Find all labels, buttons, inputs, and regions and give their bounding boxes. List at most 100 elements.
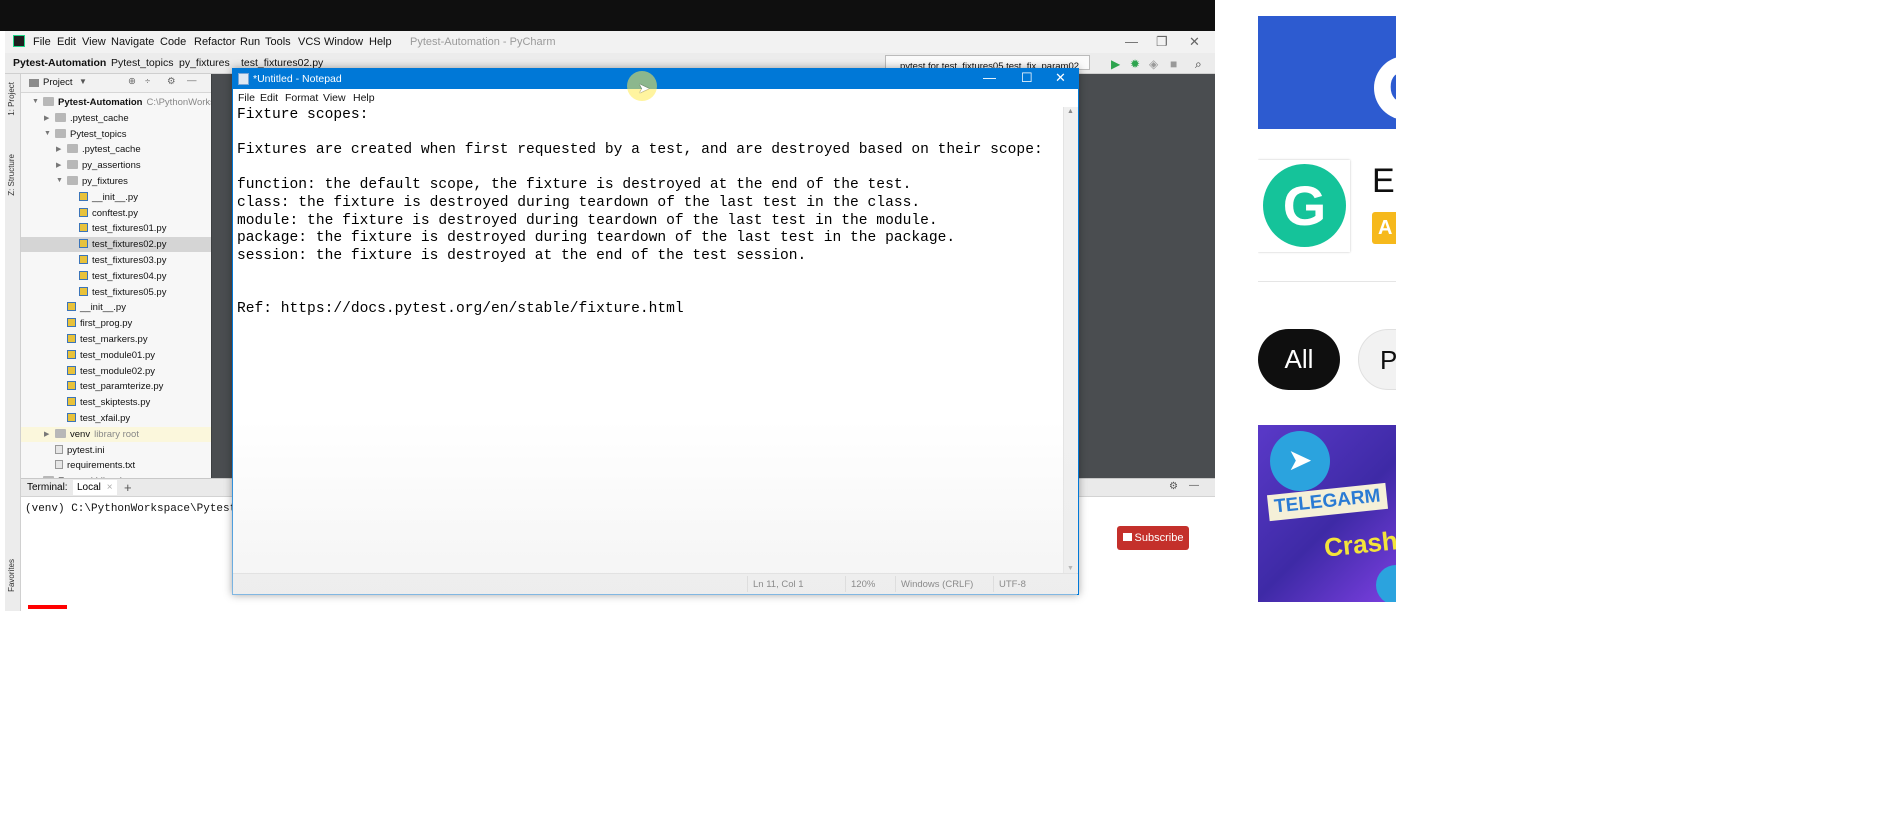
tree-item[interactable]: test_fixtures02.py (79, 237, 166, 252)
menu-run[interactable]: Run (240, 36, 260, 48)
tree-item[interactable]: test_fixtures03.py (79, 253, 166, 268)
tree-item[interactable]: .pytest_cache (67, 142, 141, 157)
hide-panel-icon[interactable]: — (187, 75, 197, 86)
tree-item[interactable]: __init__.py (67, 300, 126, 315)
stop-icon[interactable]: ■ (1170, 57, 1177, 71)
status-divider (747, 576, 748, 592)
close-tab-icon[interactable]: × (107, 482, 113, 493)
tree-item[interactable]: py_fixtures (67, 174, 128, 189)
tree-item[interactable]: test_paramterize.py (67, 379, 163, 394)
menu-vcs[interactable]: VCS (298, 36, 321, 48)
menu-code[interactable]: Code (160, 36, 186, 48)
subscribe-button[interactable]: Subscribe (1117, 526, 1189, 550)
python-file-icon (79, 270, 88, 280)
video-progress-bar[interactable] (28, 605, 1198, 609)
tree-item[interactable]: .pytest_cache (55, 111, 129, 126)
notepad-menu-edit[interactable]: Edit (260, 92, 278, 104)
tree-item[interactable]: test_skiptests.py (67, 395, 150, 410)
notepad-minimize-icon[interactable]: — (983, 70, 996, 85)
tree-item[interactable]: requirements.txt (55, 458, 135, 473)
notepad-scrollbar[interactable]: ▲ ▼ (1063, 107, 1078, 573)
scroll-down-icon[interactable]: ▼ (1067, 565, 1074, 572)
run-icon[interactable]: ▶ (1111, 57, 1120, 71)
ad-banner[interactable]: G (1258, 16, 1396, 129)
chip-all[interactable]: All (1258, 329, 1340, 390)
project-view-select[interactable]: Project (43, 77, 73, 88)
ad-logo-tile[interactable]: G (1258, 160, 1350, 252)
menu-navigate[interactable]: Navigate (111, 36, 154, 48)
menu-window[interactable]: Window (324, 36, 363, 48)
terminal-label: Terminal: (27, 482, 68, 493)
tree-item[interactable]: Pytest_topics (55, 127, 127, 142)
minimize-icon[interactable]: — (1125, 34, 1138, 49)
tree-item[interactable]: py_assertions (67, 158, 141, 173)
mouse-pointer-icon: ➤ (638, 80, 650, 96)
tree-item[interactable]: venv library root (55, 427, 139, 442)
breadcrumb-project[interactable]: Pytest-Automation (13, 57, 106, 69)
breadcrumb-subfolder[interactable]: py_fixtures (179, 57, 230, 69)
tree-item[interactable]: test_module01.py (67, 348, 155, 363)
tree-expanded-icon[interactable]: ▼ (32, 98, 39, 105)
menu-help[interactable]: Help (369, 36, 392, 48)
side-tab-project[interactable]: 1: Project (7, 82, 16, 116)
tree-collapsed-icon[interactable]: ▶ (44, 114, 49, 122)
menu-tools[interactable]: Tools (265, 36, 291, 48)
notepad-text-area[interactable]: Fixture scopes: Fixtures are created whe… (237, 107, 1059, 562)
terminal-tab-local[interactable]: Local × (73, 480, 117, 495)
side-tab-favorites[interactable]: Favorites (7, 559, 16, 592)
tree-item-label: test_fixtures05.py (92, 286, 167, 298)
tree-item[interactable]: pytest.ini (55, 443, 105, 458)
tree-item[interactable]: __init__.py (79, 190, 138, 205)
close-icon[interactable]: ✕ (1189, 34, 1200, 50)
chevron-down-icon[interactable]: ▼ (79, 77, 87, 86)
breadcrumb-folder[interactable]: Pytest_topics (111, 57, 173, 69)
menu-edit[interactable]: Edit (57, 36, 76, 48)
restore-icon[interactable]: ❐ (1156, 34, 1168, 50)
side-tab-structure[interactable]: Z: Structure (7, 154, 16, 196)
terminal-tab-label: Local (77, 482, 101, 493)
tree-collapsed-icon[interactable]: ▶ (44, 430, 49, 438)
tree-item[interactable]: test_fixtures05.py (79, 285, 166, 300)
collapse-icon[interactable]: ÷ (145, 76, 150, 87)
notepad-menu-format[interactable]: Format (285, 92, 318, 104)
gear-icon[interactable]: ⚙ (167, 76, 176, 87)
search-icon[interactable]: ⌕ (1195, 57, 1202, 72)
tree-collapsed-icon[interactable]: ▶ (56, 145, 61, 153)
tree-item[interactable]: test_markers.py (67, 332, 148, 347)
notepad-close-icon[interactable]: ✕ (1055, 70, 1066, 86)
tree-item-label: Pytest-Automation (58, 97, 143, 108)
menu-refactor[interactable]: Refactor (194, 36, 236, 48)
tree-item[interactable]: test_xfail.py (67, 411, 130, 426)
tree-item[interactable]: test_module02.py (67, 364, 155, 379)
tree-item[interactable]: Pytest-AutomationC:\PythonWorkspace (43, 95, 211, 110)
notepad-menu-view[interactable]: View (323, 92, 346, 104)
tree-item-label: test_fixtures02.py (92, 239, 167, 251)
scroll-up-icon[interactable]: ▲ (1067, 108, 1074, 115)
folder-icon (55, 428, 66, 438)
locate-icon[interactable]: ⊕ (128, 76, 136, 87)
chip-second[interactable]: P (1358, 329, 1396, 390)
notepad-menu-help[interactable]: Help (353, 92, 375, 104)
tree-expanded-icon[interactable]: ▼ (56, 177, 63, 184)
video-top-bar (0, 0, 1215, 31)
menu-file[interactable]: File (33, 36, 51, 48)
coverage-icon[interactable]: ◈ (1149, 57, 1158, 71)
notepad-maximize-icon[interactable]: ☐ (1021, 70, 1033, 86)
terminal-hide-icon[interactable]: — (1189, 480, 1199, 491)
tree-expanded-icon[interactable]: ▼ (44, 130, 51, 137)
ad-title[interactable]: Ec (1372, 162, 1396, 201)
notepad-menu-file[interactable]: File (238, 92, 255, 104)
menu-view[interactable]: View (82, 36, 106, 48)
tree-item[interactable]: test_fixtures01.py (79, 221, 166, 236)
debug-icon[interactable]: ✹ (1130, 57, 1140, 71)
video-thumbnail[interactable]: ➤ TELEGARM Crash (1258, 425, 1396, 602)
notepad-window: *Untitled - Notepad — ☐ ✕ File Edit Form… (232, 68, 1079, 595)
tree-item[interactable]: conftest.py (79, 206, 138, 221)
terminal-gear-icon[interactable]: ⚙ (1169, 481, 1178, 492)
add-terminal-icon[interactable]: + (124, 480, 132, 495)
tree-collapsed-icon[interactable]: ▶ (56, 161, 61, 169)
tree-item[interactable]: test_fixtures04.py (79, 269, 166, 284)
tree-item[interactable]: first_prog.py (67, 316, 132, 331)
tree-item-label: Pytest_topics (70, 128, 127, 140)
terminal-prompt[interactable]: (venv) C:\PythonWorkspace\Pytest- (25, 503, 243, 515)
